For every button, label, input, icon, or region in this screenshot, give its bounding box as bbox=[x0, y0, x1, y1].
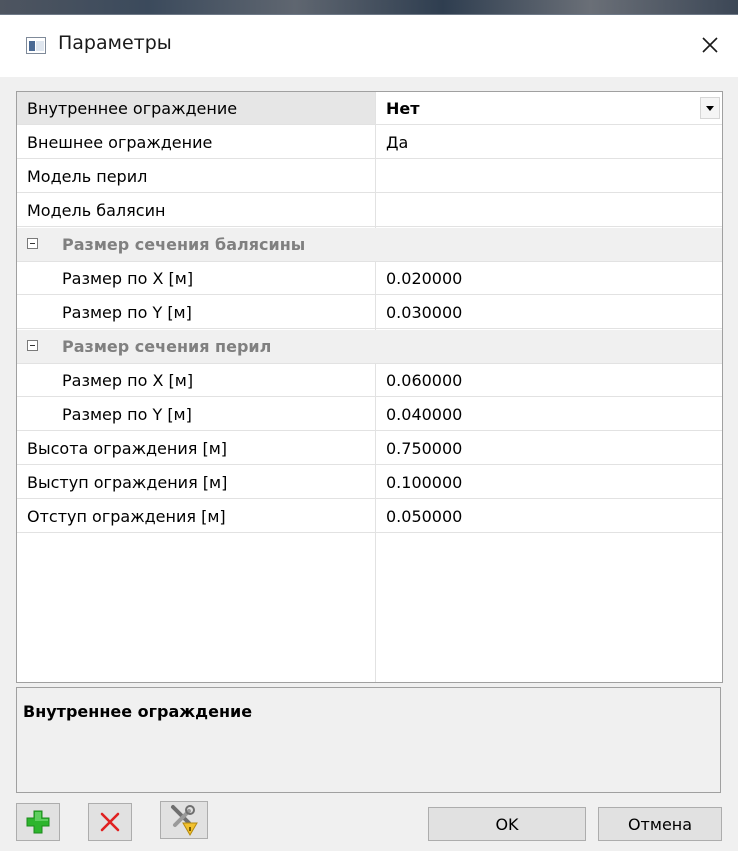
property-name: Размер по X [м] bbox=[17, 262, 375, 295]
property-name: Модель балясин bbox=[17, 194, 375, 227]
property-row-baluster-x[interactable]: Размер по X [м] 0.020000 bbox=[17, 262, 722, 296]
category-baluster-section[interactable]: Размер сечения балясины bbox=[17, 228, 722, 262]
property-value[interactable]: 0.100000 bbox=[376, 466, 722, 499]
property-row-railing-y[interactable]: Размер по Y [м] 0.040000 bbox=[17, 398, 722, 432]
property-value[interactable]: 0.050000 bbox=[376, 500, 722, 533]
window-title: Параметры bbox=[58, 32, 172, 54]
property-value[interactable]: 0.020000 bbox=[376, 262, 722, 295]
property-value[interactable]: 0.060000 bbox=[376, 364, 722, 397]
property-grid[interactable]: Внутреннее ограждение Нет Внешнее огражд… bbox=[16, 91, 723, 683]
collapse-minus-icon[interactable] bbox=[27, 340, 38, 351]
property-value[interactable]: 0.750000 bbox=[376, 432, 722, 465]
delete-button[interactable] bbox=[88, 803, 132, 841]
property-row-railing-x[interactable]: Размер по X [м] 0.060000 bbox=[17, 364, 722, 398]
property-name: Отступ ограждения [м] bbox=[17, 500, 375, 533]
property-row-fence-height[interactable]: Высота ограждения [м] 0.750000 bbox=[17, 432, 722, 466]
close-button[interactable] bbox=[692, 27, 728, 63]
cancel-button-label: Отмена bbox=[627, 814, 693, 834]
dropdown-arrow-button[interactable] bbox=[700, 97, 720, 119]
property-name: Модель перил bbox=[17, 160, 375, 193]
tools-icon bbox=[171, 805, 198, 836]
ok-button[interactable]: OK bbox=[428, 807, 586, 841]
property-row-outer-fence[interactable]: Внешнее ограждение Да bbox=[17, 126, 722, 160]
category-railing-section[interactable]: Размер сечения перил bbox=[17, 330, 722, 364]
property-value[interactable] bbox=[376, 194, 722, 227]
add-button[interactable] bbox=[16, 803, 60, 841]
property-value-dropdown[interactable]: Нет bbox=[376, 92, 722, 125]
property-name: Высота ограждения [м] bbox=[17, 432, 375, 465]
parameters-dialog: Параметры Внутреннее ограждение Нет Внеш… bbox=[0, 14, 738, 851]
cancel-button[interactable]: Отмена bbox=[598, 807, 722, 841]
description-title: Внутреннее ограждение bbox=[23, 702, 253, 721]
property-row-baluster-y[interactable]: Размер по Y [м] 0.030000 bbox=[17, 296, 722, 330]
property-value[interactable] bbox=[376, 160, 722, 193]
collapse-minus-icon[interactable] bbox=[27, 238, 38, 249]
title-bar: Параметры bbox=[0, 15, 738, 77]
property-name: Выступ ограждения [м] bbox=[17, 466, 375, 499]
background-strip bbox=[0, 0, 738, 14]
property-row-inner-fence[interactable]: Внутреннее ограждение Нет bbox=[17, 92, 722, 126]
property-row-baluster-model[interactable]: Модель балясин bbox=[17, 194, 722, 228]
ok-button-label: OK bbox=[495, 814, 519, 834]
property-value[interactable]: 0.030000 bbox=[376, 296, 722, 329]
close-icon bbox=[702, 37, 718, 53]
property-row-fence-overhang[interactable]: Выступ ограждения [м] 0.100000 bbox=[17, 466, 722, 500]
x-delete-icon bbox=[100, 812, 120, 832]
property-value[interactable]: Да bbox=[376, 126, 722, 159]
property-value[interactable]: 0.040000 bbox=[376, 398, 722, 431]
chevron-down-icon bbox=[706, 105, 714, 111]
description-panel: Внутреннее ограждение bbox=[16, 687, 721, 793]
property-name: Внешнее ограждение bbox=[17, 126, 375, 159]
property-value: Нет bbox=[386, 99, 420, 118]
dialog-window-icon bbox=[26, 37, 46, 54]
category-label: Размер сечения балясины bbox=[62, 235, 306, 254]
property-name: Внутреннее ограждение bbox=[17, 92, 375, 125]
property-name: Размер по X [м] bbox=[17, 364, 375, 397]
tools-button[interactable] bbox=[160, 801, 208, 839]
property-name: Размер по Y [м] bbox=[17, 398, 375, 431]
property-row-fence-offset[interactable]: Отступ ограждения [м] 0.050000 bbox=[17, 500, 722, 534]
plus-icon bbox=[26, 810, 50, 834]
property-name: Размер по Y [м] bbox=[17, 296, 375, 329]
property-row-railing-model[interactable]: Модель перил bbox=[17, 160, 722, 194]
category-label: Размер сечения перил bbox=[62, 337, 272, 356]
